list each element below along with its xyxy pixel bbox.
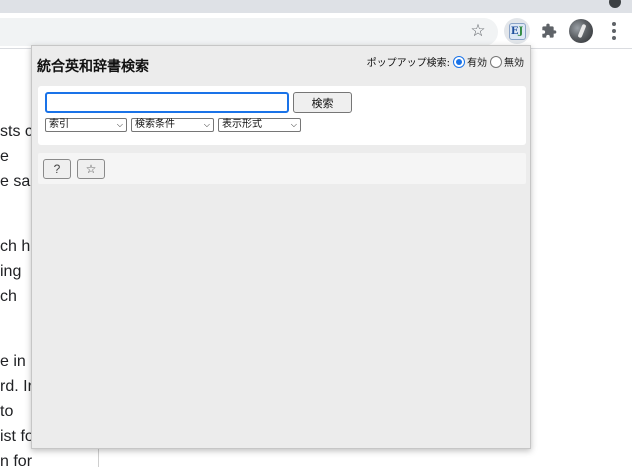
puzzle-icon xyxy=(542,23,557,38)
popup-tool-bar: ? ☆ xyxy=(38,153,526,184)
page-text-line: e sa xyxy=(0,173,31,190)
page-text-line: ch xyxy=(0,288,17,305)
chevron-down-icon: ⌵ xyxy=(116,120,123,129)
profile-avatar[interactable] xyxy=(569,19,593,43)
help-button[interactable]: ? xyxy=(43,159,71,179)
search-input[interactable] xyxy=(45,92,289,113)
eiwa-logo: EJ xyxy=(508,22,526,40)
radio-disable[interactable] xyxy=(490,55,502,68)
radio-disable-label: 無効 xyxy=(504,58,524,69)
extension-eiwa-icon[interactable]: EJ xyxy=(504,18,530,44)
format-select[interactable]: 表示形式 ⌵ xyxy=(218,118,301,132)
chevron-down-icon: ⌵ xyxy=(290,120,297,129)
popup-search-toggle: ポップアップ検索: 有効 無効 xyxy=(367,54,524,69)
popup-header: 統合英和辞書検索 ポップアップ検索: 有効 無効 xyxy=(32,46,530,84)
popup-title: 統合英和辞書検索 xyxy=(37,59,149,75)
bookmark-star-icon[interactable]: ☆ xyxy=(467,20,489,42)
search-panel: 検索 索引 ⌵ 検索条件 ⌵ 表示形式 ⌵ xyxy=(38,86,526,145)
page-text-line: ch h xyxy=(0,238,31,255)
more-menu-icon[interactable] xyxy=(603,20,625,42)
chevron-down-icon: ⌵ xyxy=(203,120,210,129)
condition-select-value: 検索条件 xyxy=(135,119,175,130)
browser-toolbar: ☆ EJ xyxy=(0,13,632,49)
page-text-line: to xyxy=(0,403,14,420)
format-select-value: 表示形式 xyxy=(222,119,262,130)
tab-strip xyxy=(0,0,632,13)
index-select[interactable]: 索引 ⌵ xyxy=(45,118,127,132)
search-button[interactable]: 検索 xyxy=(293,92,352,113)
radio-enable[interactable] xyxy=(453,55,465,68)
window-control-dot[interactable] xyxy=(609,0,621,8)
popup-search-label: ポップアップ検索: xyxy=(366,58,450,69)
popup-search-disable-option[interactable]: 無効 xyxy=(490,54,524,69)
page-text-line: e in xyxy=(0,353,26,370)
extensions-puzzle-icon[interactable] xyxy=(538,20,560,42)
condition-select[interactable]: 検索条件 ⌵ xyxy=(131,118,214,132)
index-select-value: 索引 xyxy=(49,119,69,130)
popup-search-enable-option[interactable]: 有効 xyxy=(453,54,487,69)
extension-popup: 統合英和辞書検索 ポップアップ検索: 有効 無効 検索 索引 ⌵ 検索条件 ⌵ … xyxy=(31,45,531,449)
favorite-star-button[interactable]: ☆ xyxy=(77,159,105,179)
page-text-line: rd. Ir xyxy=(0,378,33,395)
page-text-line: e xyxy=(0,148,9,165)
radio-enable-label: 有効 xyxy=(467,58,487,69)
page-text-line: ist fo xyxy=(0,428,34,445)
page-text-line: n for xyxy=(0,453,33,470)
page-text-line: sts c xyxy=(0,123,33,140)
address-bar[interactable] xyxy=(0,18,498,46)
page-text-line: ing xyxy=(0,263,22,280)
